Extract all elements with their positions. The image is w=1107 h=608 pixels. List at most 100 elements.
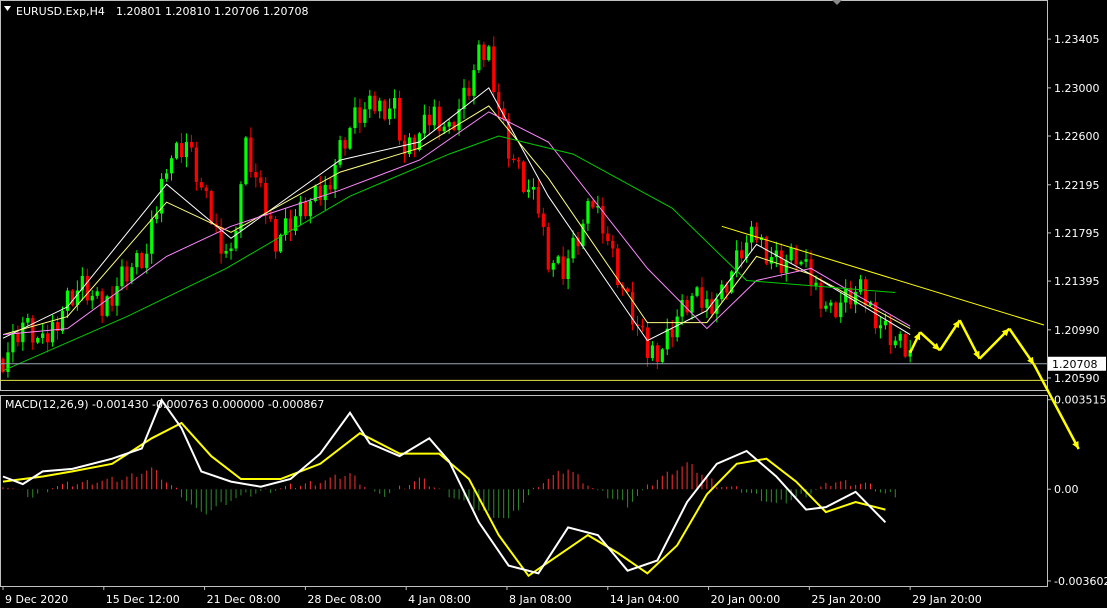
bull-candle <box>164 173 169 179</box>
bull-candle <box>472 70 476 96</box>
time-tick-label: 25 Jan 20:00 <box>811 593 881 606</box>
bear-candle <box>427 114 431 126</box>
bull-candle <box>115 286 119 306</box>
bear-candle <box>561 256 565 280</box>
bull-candle <box>169 158 174 174</box>
bull-candle <box>244 137 248 185</box>
bull-candle <box>184 142 189 158</box>
bear-candle <box>269 215 273 219</box>
bear-candle <box>254 172 258 178</box>
bear-candle <box>140 253 144 268</box>
bull-candle <box>824 305 828 309</box>
time-tick-label: 15 Dec 12:00 <box>106 593 180 606</box>
bull-candle <box>422 114 426 134</box>
price-tick-label: 1.23405 <box>1054 33 1100 46</box>
bear-candle <box>264 182 268 216</box>
symbol-label: EURUSD.Exp,H4 <box>16 5 105 18</box>
bull-candle <box>814 282 818 286</box>
bull-candle <box>477 44 481 71</box>
bull-candle <box>229 248 233 252</box>
bull-candle <box>799 261 803 265</box>
price-chart[interactable]: 1.23405 1.23000 1.22600 1.22195 1.21795 1.213… <box>0 0 1107 608</box>
bear-candle <box>194 147 198 183</box>
bull-candle <box>695 287 699 296</box>
bull-candle <box>135 253 139 268</box>
bull-candle <box>675 316 679 338</box>
bull-candle <box>432 106 436 126</box>
bear-candle <box>303 201 307 217</box>
bear-candle <box>700 287 704 308</box>
bear-candle <box>809 259 813 286</box>
bull-candle <box>586 201 590 224</box>
bull-candle <box>348 127 352 149</box>
bull-candle <box>878 325 883 329</box>
bull-candle <box>368 95 372 110</box>
bull-candle <box>789 247 793 261</box>
price-tick-label: 1.20990 <box>1054 324 1100 337</box>
bull-candle <box>393 97 397 109</box>
bull-candle <box>224 251 228 254</box>
bull-candle <box>487 46 491 61</box>
bull-candle <box>36 338 40 343</box>
bull-candle <box>41 333 45 338</box>
bull-candle <box>883 320 887 326</box>
bull-candle <box>551 263 555 270</box>
bear-candle <box>521 161 526 193</box>
bear-candle <box>611 240 615 249</box>
bull-candle <box>120 266 124 287</box>
bear-candle <box>591 201 595 208</box>
bull-candle <box>60 310 65 332</box>
bull-candle <box>95 291 99 296</box>
bull-candle <box>447 122 451 127</box>
bull-candle <box>26 318 30 323</box>
macd-tick-label: 0.00 <box>1054 483 1079 496</box>
bull-candle <box>893 340 897 346</box>
bull-candle <box>174 143 179 159</box>
time-tick-label: 14 Jan 04:00 <box>610 593 680 606</box>
price-tick-label: 1.21395 <box>1054 275 1100 288</box>
current-price-label: 1.20708 <box>1052 358 1098 371</box>
macd-label: MACD(12,26,9) -0.001430 -0.000763 0.0000… <box>5 398 324 411</box>
bear-candle <box>209 190 213 224</box>
bull-candle <box>705 299 709 308</box>
bear-candle <box>16 332 20 343</box>
time-tick-label: 29 Jan 20:00 <box>912 593 982 606</box>
bear-candle <box>794 247 798 265</box>
bull-candle <box>308 201 312 217</box>
price-tick-label: 1.21795 <box>1054 227 1100 240</box>
bear-candle <box>274 218 278 252</box>
bull-candle <box>50 322 55 343</box>
bull-candle <box>323 184 327 200</box>
bear-candle <box>199 182 203 188</box>
bull-candle <box>363 109 367 123</box>
bull-candle <box>11 332 15 353</box>
bear-candle <box>606 233 610 241</box>
bear-candle <box>655 345 659 362</box>
chart-background <box>0 0 1107 608</box>
bear-candle <box>179 143 184 158</box>
price-tick-label: 1.23000 <box>1054 82 1100 95</box>
bull-candle <box>769 257 773 264</box>
time-tick-label: 8 Jan 08:00 <box>509 593 572 606</box>
time-tick-label: 20 Jan 00:00 <box>711 593 781 606</box>
bull-candle <box>839 302 843 318</box>
bull-candle <box>90 295 94 301</box>
bull-candle <box>898 334 902 341</box>
bull-candle <box>829 302 833 306</box>
bear-candle <box>31 318 35 343</box>
price-tick-label: 1.22195 <box>1054 179 1100 192</box>
bear-candle <box>189 142 193 148</box>
bear-candle <box>482 44 486 61</box>
price-tick-label: 1.22600 <box>1054 130 1100 143</box>
bull-candle <box>531 186 536 190</box>
macd-tick-label: 0.003515 <box>1054 394 1107 407</box>
bull-candle <box>388 108 392 120</box>
bear-candle <box>834 302 838 318</box>
bear-candle <box>373 95 377 112</box>
bear-candle <box>259 177 263 183</box>
bull-candle <box>650 345 654 358</box>
price-tick-label: 1.20590 <box>1054 372 1100 385</box>
bear-candle <box>204 187 208 191</box>
time-tick-label: 21 Dec 08:00 <box>207 593 281 606</box>
bear-candle <box>536 186 540 214</box>
